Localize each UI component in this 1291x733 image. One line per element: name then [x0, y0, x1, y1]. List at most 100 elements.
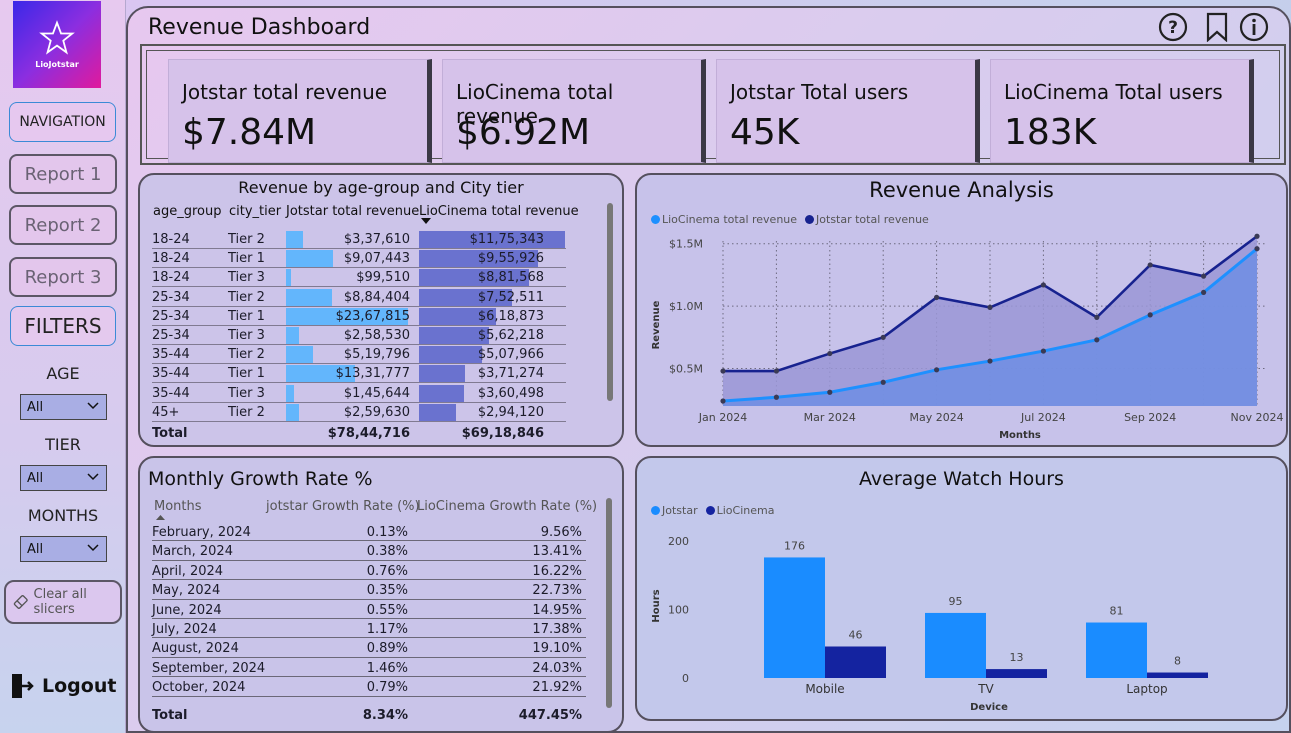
jotstar-revenue-bar	[286, 346, 313, 364]
age-filter-label: AGE	[46, 364, 80, 383]
table-row[interactable]: September, 2024 1.46% 24.03%	[152, 658, 586, 678]
column-header[interactable]: age_group	[153, 204, 221, 219]
column-header[interactable]: Jotstar total revenue	[286, 204, 419, 219]
jotstar-revenue-cell: $23,67,815	[335, 308, 410, 324]
liocinema-point	[773, 394, 779, 400]
table-row[interactable]: 35-44 Tier 1 $13,31,777 $3,71,274	[152, 364, 622, 384]
city-tier-cell: Tier 2	[228, 347, 265, 363]
liocinema-bar	[825, 646, 886, 678]
age-slicer[interactable]: All	[20, 394, 107, 420]
months-slicer[interactable]: All	[20, 536, 107, 562]
table-row[interactable]: April, 2024 0.76% 16.22%	[152, 561, 586, 581]
scrollbar[interactable]	[607, 203, 613, 401]
jotstar-growth-cell: 0.79%	[366, 680, 408, 696]
liocinema-point	[827, 389, 833, 395]
data-label: 13	[1010, 651, 1024, 664]
monthly-growth-table: Monthly Growth Rate % Months jotstar Gro…	[138, 456, 624, 733]
age-group-cell: 35-44	[152, 366, 190, 382]
table-row[interactable]: 35-44 Tier 3 $1,45,644 $3,60,498	[152, 384, 622, 403]
filters-button[interactable]: FILTERS	[10, 306, 116, 346]
table-row[interactable]: February, 2024 0.13% 9.56%	[152, 522, 586, 542]
liocinema-growth-cell: 14.95%	[532, 602, 582, 618]
scrollbar[interactable]	[606, 498, 612, 708]
liocinema-growth-cell: 22.73%	[532, 583, 582, 599]
jotstar-point	[1147, 262, 1153, 268]
revenue-by-age-table: Revenue by age-group and City tier age_g…	[138, 173, 624, 447]
report-3-button[interactable]: Report 3	[9, 257, 117, 297]
jotstar-point	[827, 350, 833, 357]
row-divider	[152, 420, 566, 422]
kpi-value: $7.84M	[182, 112, 317, 153]
table-row[interactable]: 45+ Tier 2 $2,59,630 $2,94,120	[152, 403, 622, 422]
liocinema-revenue-cell: $11,75,343	[469, 232, 544, 247]
table-row[interactable]: March, 2024 0.38% 13.41%	[152, 541, 586, 561]
table-row[interactable]: 35-44 Tier 2 $5,19,796 $5,07,966	[152, 345, 622, 365]
jotstar-growth-cell: 1.17%	[366, 622, 408, 637]
table-row[interactable]: 18-24 Tier 1 $9,07,443 $9,55,926	[152, 249, 622, 269]
column-header[interactable]: Months	[154, 499, 202, 514]
bookmark-icon[interactable]	[1202, 12, 1232, 42]
table-row[interactable]: July, 2024 1.17% 17.38%	[152, 619, 586, 639]
kpi-label: Jotstar total revenue	[182, 80, 388, 104]
column-header[interactable]: LioCinema total revenue	[419, 204, 579, 219]
jotstar-revenue-cell: $2,59,630	[343, 404, 410, 420]
kpi-card-liocinema-users: LioCinema Total users 183K	[990, 59, 1254, 163]
table-row[interactable]: 25-34 Tier 1 $23,67,815 $6,18,873	[152, 307, 622, 326]
table-row[interactable]: August, 2024 0.89% 19.10%	[152, 638, 586, 658]
jotstar-bar	[1086, 622, 1147, 678]
jotstar-revenue-bar	[286, 288, 332, 306]
clear-slicers-button[interactable]: Clear all slicers	[4, 580, 122, 624]
data-label: 95	[949, 595, 963, 608]
liocinema-point	[1094, 337, 1100, 343]
liocinema-revenue-cell: $2,94,120	[477, 404, 544, 420]
age-group-cell: 25-34	[152, 328, 190, 343]
y-tick-label: $0.5M	[669, 363, 703, 376]
navigation-button[interactable]: NAVIGATION	[9, 102, 116, 142]
liocinema-revenue-cell: $8,81,568	[477, 270, 544, 286]
liocinema-revenue-cell: $9,55,926	[477, 251, 544, 267]
jotstar-revenue-cell: $3,37,610	[343, 232, 410, 247]
liocinema-revenue-cell: $7,52,511	[477, 289, 544, 305]
data-label: 8	[1174, 655, 1181, 668]
table-row[interactable]: 18-24 Tier 3 $99,510 $8,81,568	[152, 268, 622, 288]
jotstar-revenue-cell: $13,31,777	[335, 366, 410, 382]
liocinema-point	[1254, 246, 1260, 252]
table-row[interactable]: October, 2024 0.79% 21.92%	[152, 677, 586, 697]
info-icon[interactable]	[1239, 12, 1269, 42]
jotstar-revenue-bar	[286, 269, 292, 287]
age-group-cell: 45+	[152, 404, 180, 420]
chevron-down-icon	[87, 473, 99, 481]
x-tick-label: May 2024	[909, 411, 963, 424]
liocinema-growth-cell: 19.10%	[532, 641, 582, 657]
x-tick-label: Jul 2024	[1020, 411, 1066, 424]
x-tick-label: Nov 2024	[1231, 411, 1284, 424]
table-row[interactable]: 25-34 Tier 3 $2,58,530 $5,62,218	[152, 326, 622, 345]
tier-slicer[interactable]: All	[20, 465, 107, 491]
month-cell: June, 2024	[152, 602, 222, 618]
city-tier-cell: Tier 1	[228, 308, 265, 324]
liocinema-point	[1201, 289, 1207, 296]
help-icon[interactable]: ?	[1158, 12, 1188, 42]
city-tier-cell: Tier 3	[228, 385, 265, 401]
jotstar-point	[1254, 233, 1260, 239]
jotstar-revenue-cell: $1,45,644	[343, 385, 410, 401]
liocinema-point	[720, 398, 726, 404]
liocinema-revenue-cell: $5,62,218	[477, 328, 544, 343]
month-cell: August, 2024	[152, 641, 239, 657]
report-1-button[interactable]: Report 1	[9, 154, 117, 194]
jotstar-point	[934, 294, 940, 300]
liocinema-revenue-bar	[419, 365, 466, 383]
liocinema-revenue-bar	[419, 346, 483, 364]
column-header[interactable]: jotstar Growth Rate (%)	[266, 499, 420, 514]
month-cell: May, 2024	[152, 583, 221, 599]
table-row[interactable]: 18-24 Tier 2 $3,37,610 $11,75,343	[152, 230, 622, 249]
table-row[interactable]: 25-34 Tier 2 $8,84,404 $7,52,511	[152, 288, 622, 307]
column-header[interactable]: LioCinema Growth Rate (%)	[417, 499, 597, 514]
app-logo: LioJotstar	[13, 1, 101, 88]
report-2-button[interactable]: Report 2	[9, 205, 117, 245]
logout-button[interactable]: Logout	[10, 672, 116, 700]
jotstar-growth-cell: 0.76%	[366, 563, 408, 579]
table-row[interactable]: June, 2024 0.55% 14.95%	[152, 600, 586, 619]
column-header[interactable]: city_tier	[229, 204, 281, 219]
table-row[interactable]: May, 2024 0.35% 22.73%	[152, 580, 586, 600]
